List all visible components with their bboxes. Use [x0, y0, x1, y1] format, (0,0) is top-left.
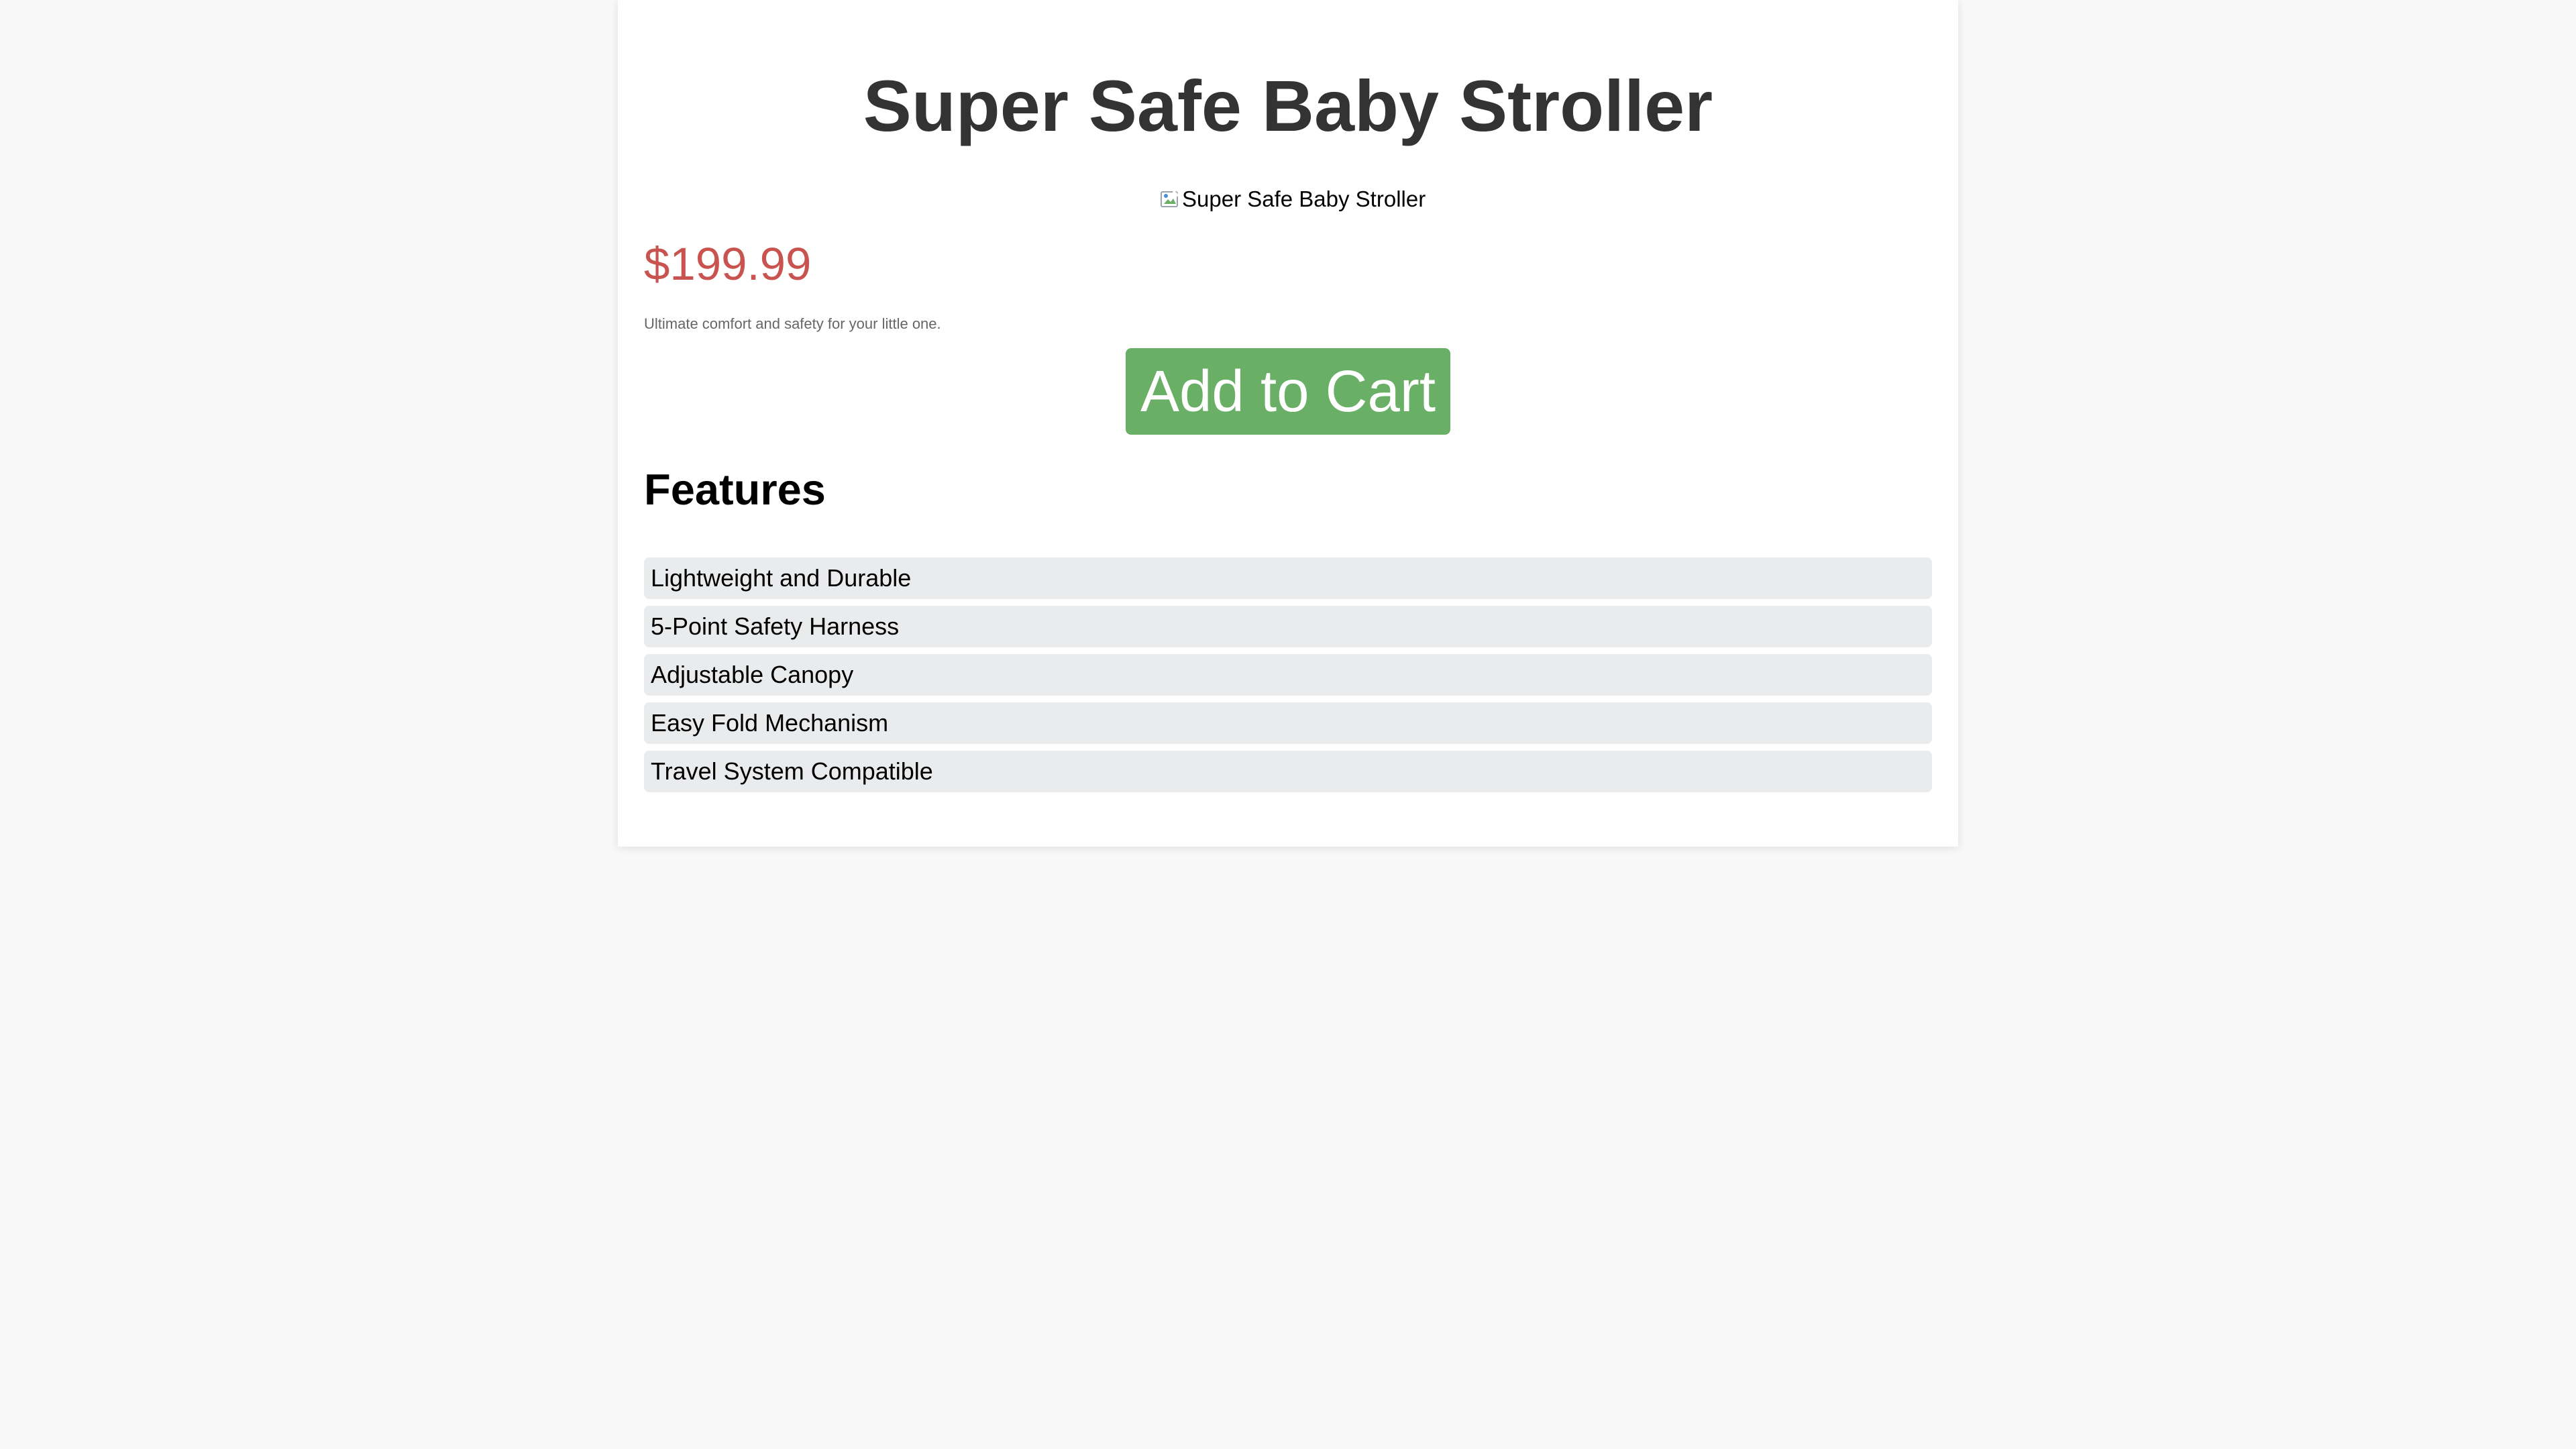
product-image: Super Safe Baby Stroller	[1159, 182, 1426, 216]
features-list: Lightweight and Durable 5-Point Safety H…	[644, 557, 1932, 799]
product-price: $199.99	[644, 238, 812, 290]
product-image-alt-text: Super Safe Baby Stroller	[1182, 186, 1426, 211]
feature-item-adjustable-canopy: Adjustable Canopy	[644, 654, 1932, 696]
feature-item-lightweight-durable: Lightweight and Durable	[644, 557, 1932, 599]
broken-image-icon	[1159, 189, 1181, 211]
product-card: Super Safe Baby Stroller Super Safe Baby…	[618, 0, 1958, 847]
feature-item-travel-system: Travel System Compatible	[644, 751, 1932, 792]
feature-item-safety-harness: 5-Point Safety Harness	[644, 606, 1932, 647]
feature-item-easy-fold: Easy Fold Mechanism	[644, 702, 1932, 744]
features-heading: Features	[644, 465, 826, 514]
page-title: Super Safe Baby Stroller	[863, 65, 1713, 146]
add-to-cart-button[interactable]: Add to Cart	[1126, 348, 1450, 435]
product-description: Ultimate comfort and safety for your lit…	[644, 315, 941, 332]
